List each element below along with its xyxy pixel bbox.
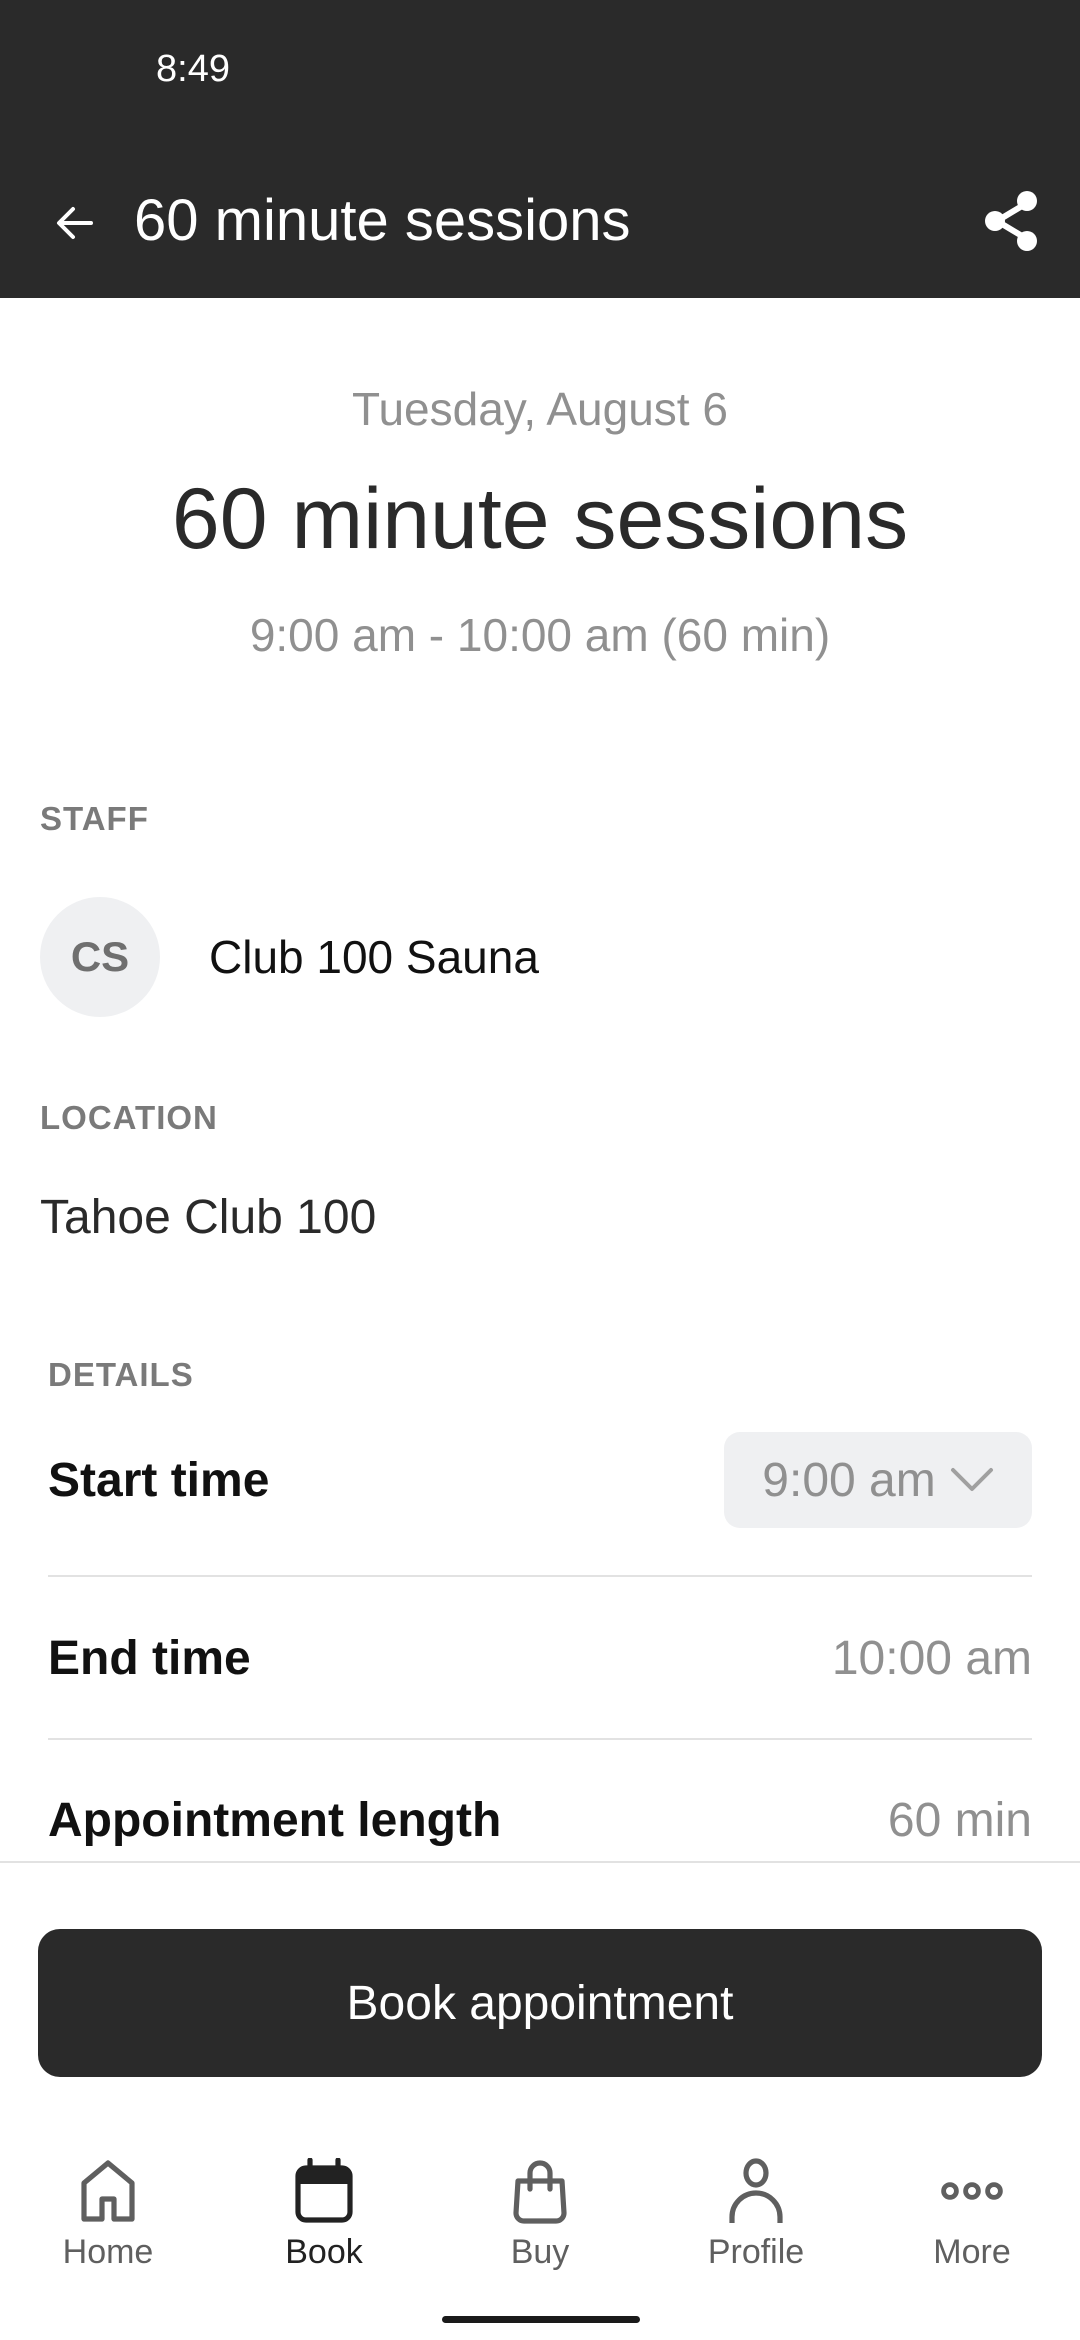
- staff-section-label: STAFF: [40, 800, 149, 837]
- person-icon: [729, 2158, 783, 2223]
- book-appointment-button[interactable]: Book appointment: [38, 1929, 1042, 2077]
- share-button[interactable]: [976, 186, 1046, 256]
- start-time-value: 9:00 am: [762, 1453, 936, 1507]
- session-time-range: 9:00 am - 10:00 am (60 min): [249, 609, 831, 661]
- appointment-length-label: Appointment length: [48, 1793, 502, 1847]
- divider: [48, 1575, 1032, 1577]
- start-time-select[interactable]: 9:00 am: [724, 1432, 1032, 1528]
- chevron-down-icon: [950, 1468, 993, 1491]
- back-button[interactable]: [44, 192, 106, 254]
- end-time-label: End time: [48, 1631, 251, 1685]
- home-icon: [81, 2160, 135, 2222]
- top-app-bar: 8:49 60 minute sessions: [0, 0, 1080, 298]
- nav-item-buy[interactable]: Buy: [432, 2155, 648, 2285]
- nav-label-more: More: [933, 2233, 1011, 2271]
- app-bar-title: 60 minute sessions: [134, 188, 631, 253]
- end-time-value: 10:00 am: [831, 1631, 1032, 1685]
- appointment-length-value: 60 min: [887, 1793, 1032, 1847]
- nav-item-home[interactable]: Home: [0, 2155, 216, 2285]
- start-time-row: Start time 9:00 am: [48, 1432, 1032, 1528]
- location-name: Tahoe Club 100: [40, 1191, 377, 1244]
- bottom-navigation: Home Book Buy Profile More: [0, 2155, 1080, 2285]
- session-date: Tuesday, August 6: [352, 383, 728, 435]
- share-icon: [985, 191, 1037, 251]
- nav-label-book: Book: [285, 2233, 363, 2271]
- divider: [48, 1738, 1032, 1740]
- end-time-row: End time 10:00 am: [48, 1628, 1032, 1688]
- staff-name: Club 100 Sauna: [209, 931, 539, 983]
- nav-label-profile: Profile: [707, 2233, 805, 2271]
- location-section-label: LOCATION: [40, 1099, 218, 1136]
- more-horizontal-icon: [941, 2182, 1003, 2200]
- session-detail-screen: 8:49 60 minute sessions Tuesday, August …: [0, 0, 1080, 2340]
- status-bar-time: 8:49: [156, 48, 230, 90]
- nav-label-home: Home: [62, 2233, 154, 2271]
- calendar-icon: [295, 2158, 353, 2223]
- nav-item-book[interactable]: Book: [216, 2155, 432, 2285]
- session-title: 60 minute sessions: [171, 471, 909, 567]
- shopping-bag-icon: [513, 2160, 567, 2224]
- staff-avatar: CS: [40, 897, 160, 1017]
- nav-label-buy: Buy: [510, 2233, 570, 2271]
- arrow-left-icon: [57, 207, 93, 239]
- details-section-label: DETAILS: [48, 1356, 194, 1393]
- nav-item-more[interactable]: More: [864, 2155, 1080, 2285]
- start-time-label: Start time: [48, 1453, 270, 1507]
- appointment-length-row: Appointment length 60 min: [48, 1790, 1032, 1850]
- nav-item-profile[interactable]: Profile: [648, 2155, 864, 2285]
- home-indicator[interactable]: [442, 2316, 640, 2323]
